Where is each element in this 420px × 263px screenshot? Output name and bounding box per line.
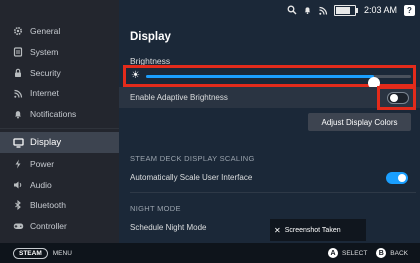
sidebar-item-label: Controller [30, 220, 67, 231]
lock-icon [9, 68, 27, 78]
sidebar-item-system[interactable]: System [0, 41, 119, 62]
battery-level [335, 6, 351, 14]
auto-scale-label: Automatically Scale User Interface [130, 173, 253, 182]
speaker-icon [9, 180, 27, 190]
auto-scale-toggle[interactable] [386, 172, 408, 184]
steam-button[interactable]: STEAM [13, 247, 48, 259]
schedule-night-mode-label: Schedule Night Mode [130, 223, 207, 232]
sidebar-item-label: Audio [30, 179, 52, 190]
lightning-icon [9, 159, 27, 169]
gear-icon [9, 26, 27, 36]
adaptive-brightness-toggle[interactable] [387, 92, 409, 104]
sidebar-item-general[interactable]: General [0, 20, 119, 41]
sidebar-item-label: Security [30, 67, 61, 78]
b-button-icon[interactable]: B [376, 248, 387, 258]
brightness-highlight-box: ☀ [123, 65, 416, 89]
bottom-bar: STEAM MENU A SELECT B BACK [0, 243, 420, 263]
sidebar-item-controller[interactable]: Controller [0, 215, 119, 236]
system-icon [9, 46, 27, 57]
sidebar-item-label: System [30, 46, 59, 57]
sidebar-divider [0, 128, 119, 129]
divider [130, 192, 416, 193]
sidebar-item-label: Notifications [30, 108, 77, 119]
search-icon[interactable] [287, 5, 297, 15]
help-button[interactable]: ? [404, 4, 415, 16]
screenshot-toast: ✕ Screenshot Taken [270, 219, 366, 241]
wifi-icon[interactable] [318, 5, 328, 15]
clock: 2:03 AM [363, 5, 397, 15]
sidebar-item-label: General [30, 25, 61, 36]
battery-icon[interactable] [333, 4, 358, 16]
sidebar-item-label: Power [30, 158, 55, 169]
brightness-slider-fill [146, 75, 374, 78]
adjust-display-colors-button[interactable]: Adjust Display Colors [308, 113, 411, 131]
select-label: SELECT [342, 249, 368, 257]
gamepad-icon [9, 221, 27, 231]
sidebar-item-label: Internet [30, 87, 59, 98]
a-button-icon[interactable]: A [328, 248, 338, 258]
sidebar-item-audio[interactable]: Audio [0, 174, 119, 195]
toast-text: Screenshot Taken [284, 226, 341, 234]
sidebar-item-notifications[interactable]: Notifications [0, 103, 119, 124]
display-settings-panel: Display Brightness ☀ Enable Adaptive Bri… [119, 20, 420, 243]
settings-sidebar: General System Security Internet Notific… [0, 0, 119, 243]
menu-label: MENU [52, 249, 72, 257]
night-mode-section-header: NIGHT MODE [130, 204, 181, 213]
brightness-slider[interactable] [146, 75, 411, 89]
monitor-icon [9, 137, 27, 148]
bluetooth-icon [9, 199, 27, 210]
sidebar-item-label: Display [30, 137, 62, 148]
sidebar-item-power[interactable]: Power [0, 153, 119, 174]
bell-icon[interactable] [303, 5, 312, 15]
sidebar-item-security[interactable]: Security [0, 62, 119, 83]
sun-icon: ☀ [131, 70, 140, 81]
sidebar-item-internet[interactable]: Internet [0, 82, 119, 103]
status-bar: 2:03 AM ? [119, 0, 420, 20]
page-title: Display [130, 31, 171, 43]
close-icon[interactable]: ✕ [274, 226, 281, 235]
bell-icon [9, 109, 27, 119]
sidebar-item-label: Bluetooth [30, 199, 66, 210]
toggle-knob [398, 174, 406, 182]
adaptive-toggle-highlight-box [377, 86, 416, 110]
adaptive-brightness-label: Enable Adaptive Brightness [130, 93, 228, 102]
toggle-knob [390, 94, 398, 102]
scaling-section-header: STEAM DECK DISPLAY SCALING [130, 154, 255, 163]
wifi-icon [9, 88, 27, 98]
back-label: BACK [390, 249, 408, 257]
sidebar-item-display[interactable]: Display [0, 132, 119, 153]
sidebar-item-bluetooth[interactable]: Bluetooth [0, 194, 119, 215]
